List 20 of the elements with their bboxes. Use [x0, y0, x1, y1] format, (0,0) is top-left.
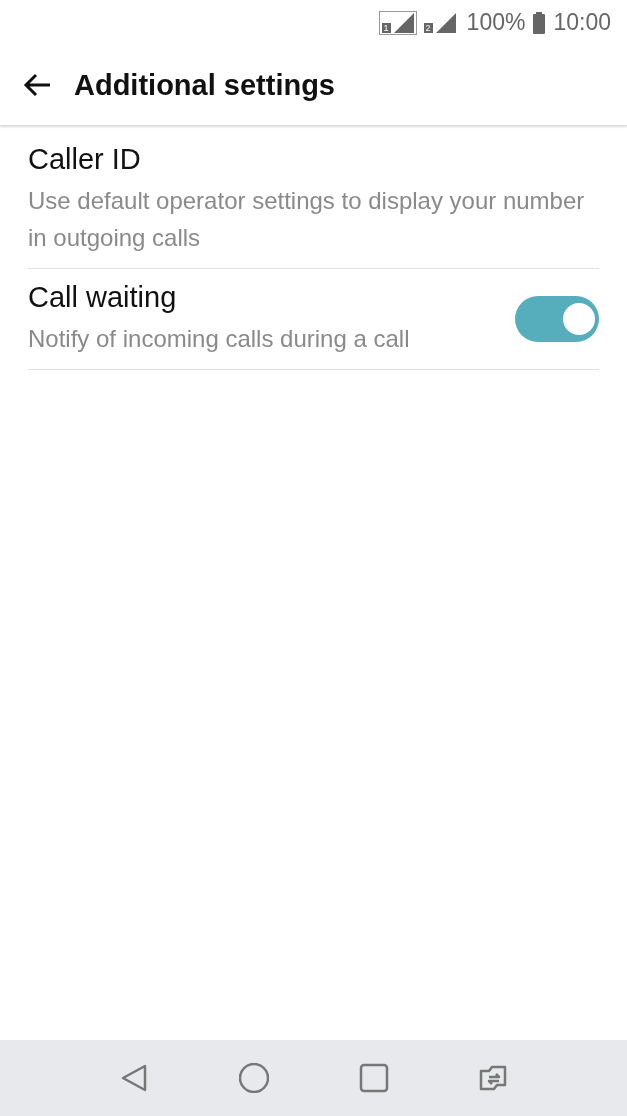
- switch-apps-button[interactable]: [478, 1063, 509, 1093]
- screen-title: Additional settings: [74, 68, 335, 102]
- setting-title: Caller ID: [28, 143, 142, 176]
- battery-icon: [533, 11, 546, 34]
- sim-signal-icon: 1: [378, 10, 417, 35]
- recents-icon: [358, 1063, 389, 1093]
- setting-summary: Notify of incoming calls during a call: [28, 324, 410, 354]
- home-button[interactable]: [238, 1063, 269, 1093]
- setting-title: Call waiting: [28, 281, 178, 314]
- settings-item[interactable]: Caller ID Use default operator settings to display your number in outgoing calls: [28, 131, 599, 269]
- toggle-switch[interactable]: [515, 296, 599, 342]
- battery-percent: 100%: [466, 9, 526, 36]
- switch-apps-icon: [478, 1063, 509, 1093]
- setting-summary: Use default operator settings to display your number in outgoing calls: [28, 186, 586, 253]
- recents-button[interactable]: [358, 1063, 389, 1093]
- settings-item[interactable]: Call waiting Notify of incoming calls during a call: [28, 269, 599, 370]
- back-arrow-icon: [22, 73, 52, 97]
- clock: 10:00: [553, 9, 611, 36]
- home-icon: [238, 1063, 269, 1093]
- back-button[interactable]: [22, 73, 52, 97]
